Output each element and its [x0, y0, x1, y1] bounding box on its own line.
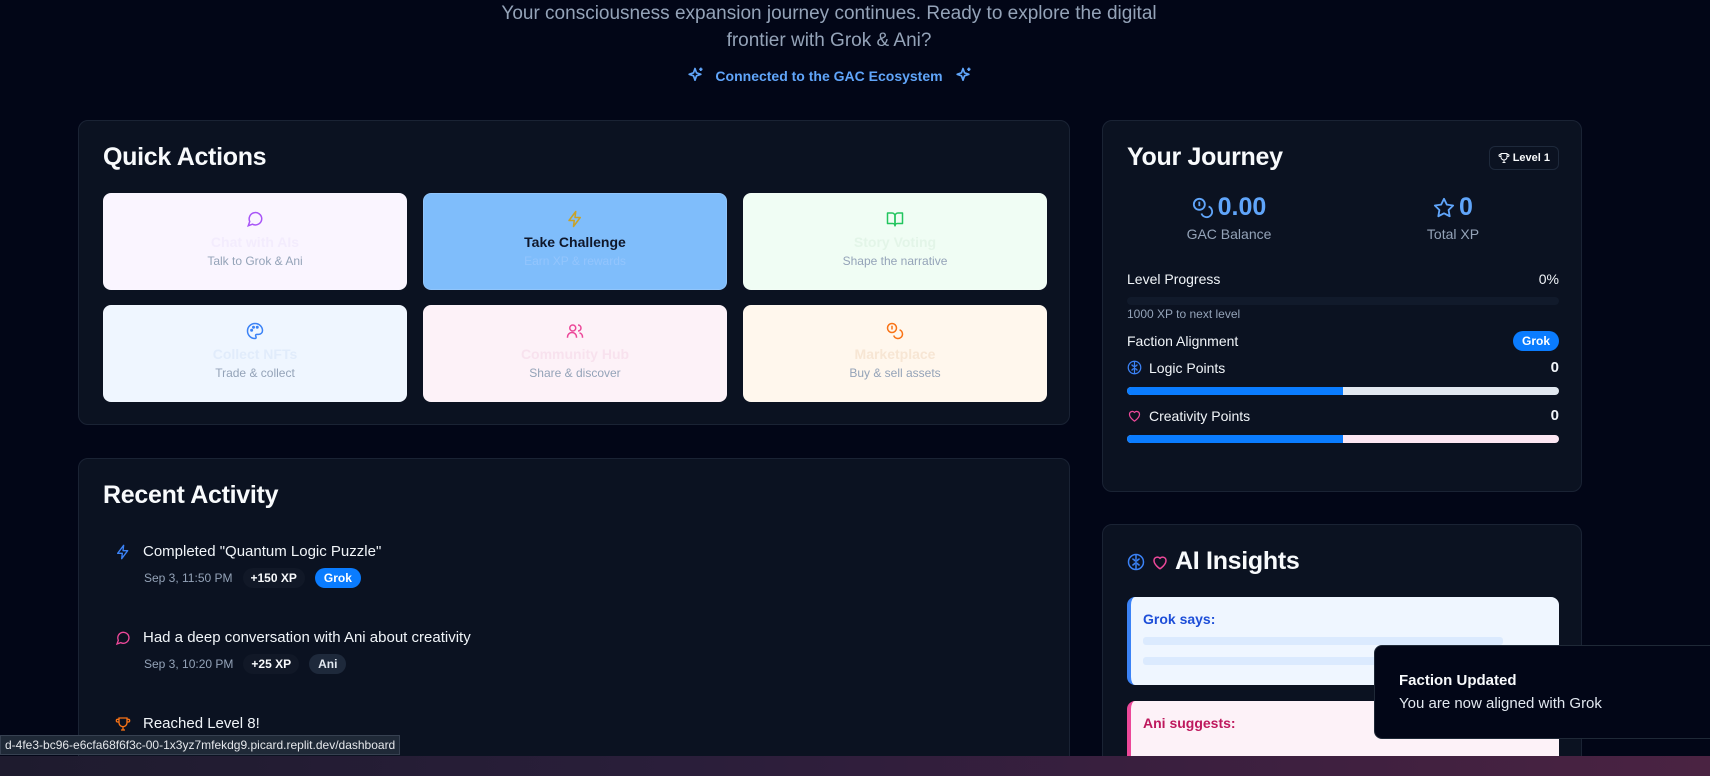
- level-badge-label: Level 1: [1512, 152, 1550, 164]
- logic-points-value: 0: [1550, 359, 1559, 376]
- activity-text: Had a deep conversation with Ani about c…: [143, 629, 471, 646]
- message-circle-icon: [115, 631, 130, 645]
- marketplace-title: Marketplace: [854, 346, 936, 362]
- trophy-icon: [115, 716, 131, 731]
- message-circle-icon: [247, 211, 263, 228]
- take-challenge-button[interactable]: Take Challenge Earn XP & rewards: [423, 193, 727, 290]
- logic-points-label: Logic Points: [1149, 359, 1226, 376]
- faction-toast[interactable]: Faction Updated You are now aligned with…: [1374, 645, 1710, 739]
- brain-icon: [1127, 360, 1142, 375]
- story-voting-subtitle: Shape the narrative: [842, 254, 948, 268]
- community-hub-button[interactable]: Community Hub Share & discover: [423, 305, 727, 402]
- activity-tag: Grok: [314, 568, 361, 588]
- marketplace-subtitle: Buy & sell assets: [849, 366, 941, 380]
- creativity-points-bar: [1127, 435, 1559, 443]
- hero-subtitle: Your consciousness expansion journey con…: [0, 0, 1658, 54]
- collect-nfts-subtitle: Trade & collect: [215, 366, 295, 380]
- journey-card: Your Journey Level 1 0.00 GAC Balance 0 …: [1102, 120, 1582, 492]
- palette-icon: [246, 322, 264, 340]
- story-voting-button[interactable]: Story Voting Shape the narrative: [743, 193, 1047, 290]
- sparkles-icon: [688, 67, 703, 81]
- recent-activity-title: Recent Activity: [103, 481, 279, 509]
- sparkles-icon: [955, 67, 971, 81]
- total-xp-value: 0: [1459, 193, 1473, 221]
- activity-item: Had a deep conversation with Ani about c…: [115, 629, 1015, 674]
- marketplace-button[interactable]: Marketplace Buy & sell assets: [743, 305, 1047, 402]
- total-xp-stat: 0 Total XP: [1353, 193, 1553, 242]
- ai-insights-title: AI Insights: [1175, 547, 1300, 575]
- grok-insight-text-line: [1143, 637, 1503, 645]
- activity-text: Reached Level 8!: [143, 715, 260, 732]
- take-challenge-subtitle: Earn XP & rewards: [524, 254, 626, 268]
- activity-xp: +150 XP: [242, 568, 305, 588]
- book-open-icon: [886, 212, 904, 227]
- chat-with-ais-subtitle: Talk to Grok & Ani: [207, 254, 303, 268]
- faction-badge: Grok: [1512, 331, 1559, 351]
- activity-tag: Ani: [309, 654, 347, 674]
- journey-title: Your Journey: [1127, 143, 1283, 171]
- level-progress-label: Level Progress: [1127, 271, 1221, 287]
- chat-with-ais-title: Chat with AIs: [210, 234, 300, 250]
- quick-actions-card: Quick Actions Chat with AIs Talk to Grok…: [78, 120, 1070, 425]
- community-hub-subtitle: Share & discover: [529, 366, 621, 380]
- level-badge: Level 1: [1488, 146, 1559, 170]
- creativity-points-label: Creativity Points: [1149, 407, 1251, 424]
- level-progress-bar: [1127, 297, 1559, 305]
- taskbar: [0, 756, 1710, 776]
- gac-balance-label: GAC Balance: [1186, 226, 1272, 242]
- hero-subtitle-line1: Your consciousness expansion journey con…: [501, 3, 1157, 24]
- coins-icon: [886, 322, 904, 340]
- story-voting-title: Story Voting: [853, 234, 937, 250]
- logic-points-fill: [1127, 387, 1343, 395]
- faction-label: Faction Alignment: [1127, 333, 1239, 349]
- zap-icon: [568, 210, 581, 228]
- ecosystem-label: Connected to the GAC Ecosystem: [715, 68, 943, 84]
- activity-item: Reached Level 8!: [115, 715, 1015, 732]
- faction-row: Faction Alignment Grok: [1127, 321, 1559, 351]
- activity-xp: +25 XP: [243, 654, 300, 674]
- heart-icon: [1153, 555, 1167, 569]
- gac-balance-stat: 0.00 GAC Balance: [1129, 193, 1329, 242]
- trophy-icon: [1498, 153, 1510, 163]
- level-progress-value: 0%: [1538, 271, 1559, 287]
- heart-icon: [1128, 410, 1141, 422]
- activity-time: Sep 3, 11:50 PM: [144, 571, 233, 585]
- chat-with-ais-button[interactable]: Chat with AIs Talk to Grok & Ani: [103, 193, 407, 290]
- coins-icon: [1192, 197, 1213, 218]
- next-level-note: 1000 XP to next level: [1127, 307, 1241, 321]
- collect-nfts-title: Collect NFTs: [212, 346, 298, 362]
- users-icon: [566, 324, 584, 338]
- community-hub-title: Community Hub: [520, 346, 630, 362]
- creativity-points-fill: [1127, 435, 1343, 443]
- take-challenge-title: Take Challenge: [524, 234, 626, 250]
- ani-insight-label: Ani suggests:: [1143, 715, 1236, 731]
- activity-item: Completed "Quantum Logic Puzzle" Sep 3, …: [115, 543, 1015, 588]
- hero-subtitle-line2: frontier with Grok & Ani?: [726, 30, 932, 51]
- status-url: d-4fe3-bc96-e6cfa68f6f3c-00-1x3yz7mfekdg…: [0, 735, 401, 755]
- collect-nfts-button[interactable]: Collect NFTs Trade & collect: [103, 305, 407, 402]
- activity-text: Completed "Quantum Logic Puzzle": [143, 543, 382, 560]
- creativity-points-row: Creativity Points 0: [1127, 407, 1559, 424]
- brain-icon: [1127, 553, 1145, 570]
- toast-message: You are now aligned with Grok: [1399, 695, 1602, 712]
- gac-balance-value: 0.00: [1217, 193, 1267, 221]
- recent-activity-card: Recent Activity Completed "Quantum Logic…: [78, 458, 1070, 776]
- logic-points-bar: [1127, 387, 1559, 395]
- logic-points-row: Logic Points 0: [1127, 359, 1559, 376]
- level-progress-row: Level Progress 0%: [1127, 271, 1559, 287]
- ecosystem-status: Connected to the GAC Ecosystem: [0, 66, 1658, 86]
- total-xp-label: Total XP: [1426, 226, 1480, 242]
- quick-actions-title: Quick Actions: [103, 143, 267, 171]
- creativity-points-value: 0: [1550, 407, 1559, 424]
- zap-icon: [117, 544, 129, 559]
- activity-time: Sep 3, 10:20 PM: [144, 657, 234, 671]
- grok-insight-label: Grok says:: [1143, 611, 1216, 627]
- star-icon: [1433, 197, 1455, 217]
- toast-title: Faction Updated: [1399, 672, 1517, 689]
